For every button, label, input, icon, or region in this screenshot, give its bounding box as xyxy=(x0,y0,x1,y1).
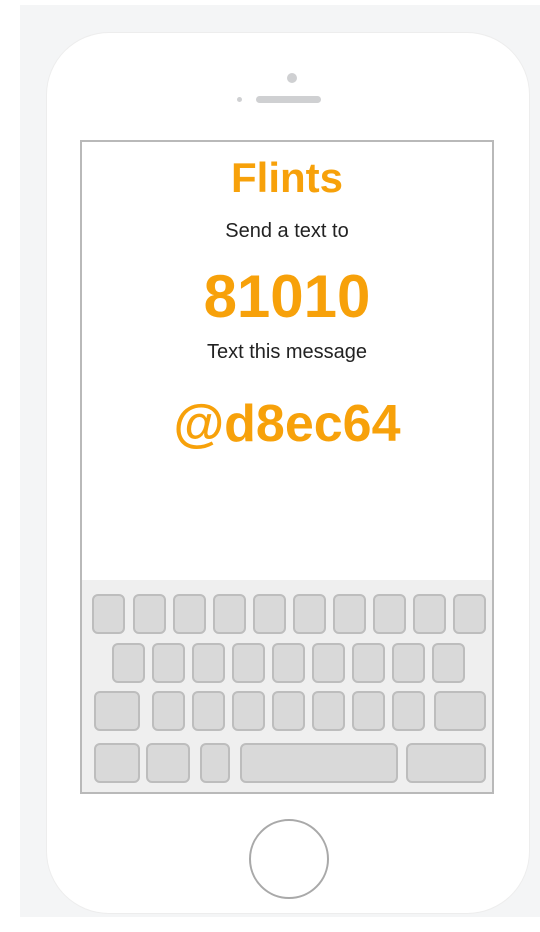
speaker-icon xyxy=(256,96,321,103)
keyboard-key[interactable] xyxy=(333,594,366,634)
backspace-key[interactable] xyxy=(434,691,486,731)
keyboard-key[interactable] xyxy=(92,594,125,634)
keyboard-key[interactable] xyxy=(173,594,206,634)
space-key[interactable] xyxy=(240,743,398,783)
message-code: @d8ec64 xyxy=(173,395,401,453)
keyboard-key[interactable] xyxy=(133,594,166,634)
keyboard-key[interactable] xyxy=(352,691,385,731)
keyboard-key[interactable] xyxy=(312,643,345,683)
return-key[interactable] xyxy=(406,743,486,783)
keyboard-key[interactable] xyxy=(253,594,286,634)
phone-screen: Flints Send a text to 81010 Text this me… xyxy=(80,140,494,794)
mic-key[interactable] xyxy=(200,743,230,783)
keyboard-key[interactable] xyxy=(152,643,185,683)
camera-icon xyxy=(287,73,297,83)
emoji-key[interactable] xyxy=(146,743,190,783)
numbers-key[interactable] xyxy=(94,743,140,783)
home-button[interactable] xyxy=(249,819,329,899)
keyboard-key[interactable] xyxy=(453,594,486,634)
keyboard-key[interactable] xyxy=(413,594,446,634)
keyboard-key[interactable] xyxy=(312,691,345,731)
phone-number: 81010 xyxy=(203,263,371,330)
keyboard-key[interactable] xyxy=(192,643,225,683)
keyboard xyxy=(82,580,492,792)
instruction-text-message: Text this message xyxy=(206,341,368,363)
keyboard-key[interactable] xyxy=(232,691,265,731)
keyboard-key[interactable] xyxy=(272,691,305,731)
keyboard-key[interactable] xyxy=(392,643,425,683)
keyboard-key[interactable] xyxy=(293,594,326,634)
instruction-send-text: Send a text to xyxy=(225,220,349,242)
shift-key[interactable] xyxy=(94,691,140,731)
keyboard-key[interactable] xyxy=(213,594,246,634)
keyboard-key[interactable] xyxy=(112,643,145,683)
keyboard-key[interactable] xyxy=(232,643,265,683)
keyboard-key[interactable] xyxy=(373,594,406,634)
keyboard-key[interactable] xyxy=(272,643,305,683)
keyboard-key[interactable] xyxy=(352,643,385,683)
keyboard-key[interactable] xyxy=(392,691,425,731)
sensor-icon xyxy=(237,97,242,102)
keyboard-key[interactable] xyxy=(152,691,185,731)
keyboard-key[interactable] xyxy=(192,691,225,731)
title: Flints xyxy=(231,154,343,201)
keyboard-key[interactable] xyxy=(432,643,465,683)
